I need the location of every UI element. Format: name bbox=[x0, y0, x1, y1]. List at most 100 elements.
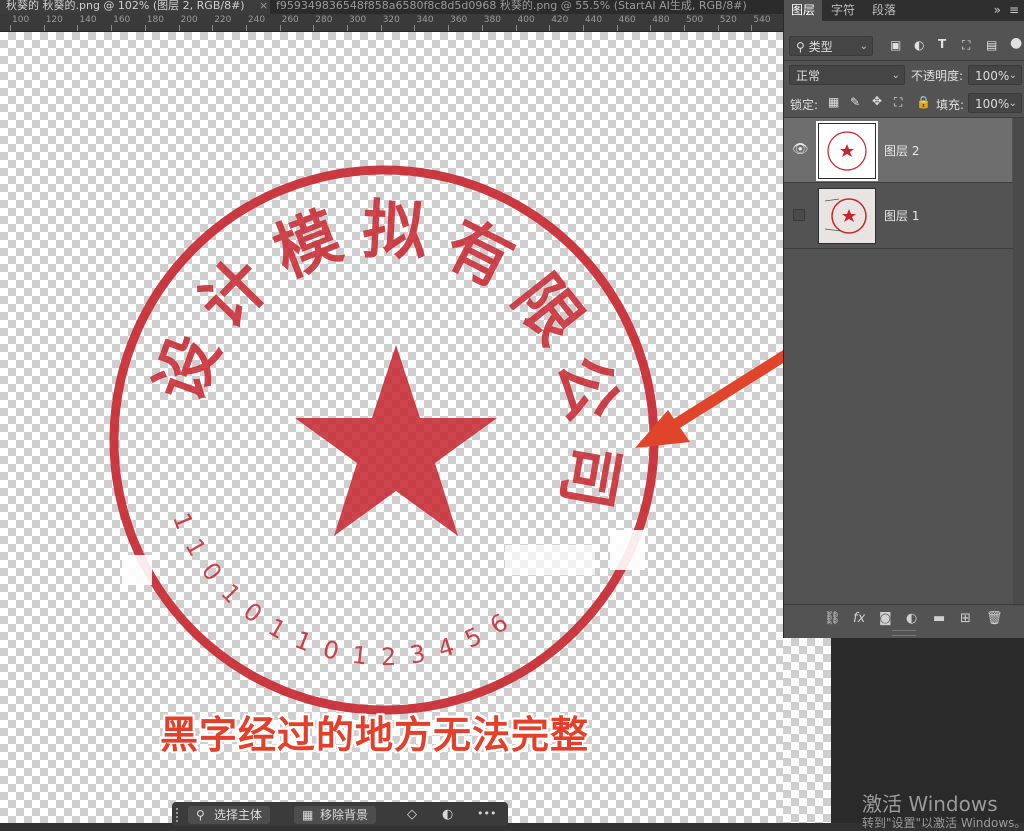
blend-mode-select[interactable]: 正常 ⌄ bbox=[789, 65, 905, 85]
ruler-tick-label: 480 bbox=[652, 15, 670, 25]
layer-row[interactable]: 图层 1 bbox=[784, 183, 1012, 247]
adjustment-layer-icon[interactable]: ◐ bbox=[906, 611, 917, 626]
trash-icon[interactable]: 🗑 bbox=[986, 611, 1003, 626]
ruler-tick-label: 420 bbox=[551, 15, 569, 25]
document-tabs: 秋葵的 秋葵的.png @ 102% (图层 2, RGB/8#) × f959… bbox=[0, 0, 783, 14]
lock-transparent-icon[interactable]: ▦ bbox=[828, 95, 839, 109]
ruler-tick bbox=[245, 25, 247, 31]
stamp-char: 计 bbox=[186, 246, 284, 343]
ruler-tick bbox=[380, 25, 382, 31]
erased-patch bbox=[122, 555, 152, 585]
ruler-tick-label: 280 bbox=[315, 15, 333, 25]
ruler-tick bbox=[751, 25, 753, 31]
tab-layers[interactable]: 图层 bbox=[784, 0, 823, 21]
subject-icon: ⚲ bbox=[196, 808, 205, 822]
filter-shape-icon[interactable]: ⛶ bbox=[962, 38, 970, 53]
ruler-tick bbox=[616, 25, 618, 31]
doc-tab-active[interactable]: 秋葵的 秋葵的.png @ 102% (图层 2, RGB/8#) bbox=[0, 0, 270, 14]
collapse-panel-icon[interactable]: » bbox=[994, 3, 1001, 17]
add-mask-icon[interactable]: ◙ bbox=[879, 611, 892, 626]
stamp-char: 拟 bbox=[361, 193, 429, 270]
lock-artboard-icon[interactable]: ⛶ bbox=[894, 95, 902, 110]
transform-icon[interactable]: ◇ bbox=[407, 807, 417, 822]
ruler-tick bbox=[144, 25, 146, 31]
opacity-input[interactable]: 100% ⌄ bbox=[968, 65, 1022, 85]
stamp-number-char: 1 bbox=[291, 626, 316, 658]
tab-paragraph[interactable]: 段落 bbox=[865, 0, 903, 21]
chevron-down-icon: ⌄ bbox=[1008, 70, 1017, 81]
lock-position-icon[interactable]: ✥ bbox=[872, 94, 882, 108]
doc-tab-inactive[interactable]: f959349836548f858a6580f8c8d5d0968 秋葵的.pn… bbox=[270, 0, 783, 14]
stamp-char: 有 bbox=[434, 207, 525, 302]
filter-adjustment-icon[interactable]: ◐ bbox=[914, 38, 924, 52]
contextual-task-bar: ⚲ 选择主体 ▦ 移除背景 ◇ ◐ ••• bbox=[172, 802, 508, 826]
ruler-tick-label: 240 bbox=[247, 15, 266, 25]
fill-input[interactable]: 100% ⌄ bbox=[968, 93, 1022, 113]
horizontal-ruler: 100 120 140 160 180 200 220 240 260 280 300 320 340 3… bbox=[0, 14, 783, 32]
doc-tab-label: f959349836548f858a6580f8c8d5d0968 秋葵的.pn… bbox=[276, 0, 747, 12]
ruler-tick-label: 540 bbox=[753, 15, 771, 25]
filter-toggle-icon[interactable]: ● bbox=[1010, 35, 1022, 51]
tab-character[interactable]: 字符 bbox=[824, 0, 862, 21]
link-layers-icon[interactable]: ⛓ bbox=[824, 611, 841, 626]
ruler-tick bbox=[717, 25, 719, 31]
panel-resize-handle[interactable] bbox=[892, 630, 916, 636]
ruler-tick bbox=[178, 25, 180, 31]
ruler-tick bbox=[313, 25, 315, 31]
eye-icon[interactable]: 👁 bbox=[792, 142, 809, 157]
stamp-number-char: 1 bbox=[263, 613, 290, 645]
stamp-star bbox=[295, 345, 497, 536]
ruler-tick-label: 380 bbox=[483, 15, 501, 25]
erased-patch bbox=[505, 545, 595, 575]
layer-name: 图层 1 bbox=[884, 209, 920, 223]
ruler-tick bbox=[43, 25, 45, 31]
ruler-tick-label: 400 bbox=[517, 15, 535, 25]
adjustment-icon[interactable]: ◐ bbox=[442, 807, 453, 822]
folder-icon[interactable]: ▬ bbox=[933, 611, 945, 626]
select-subject-label: 选择主体 bbox=[214, 808, 263, 822]
filter-smart-object-icon[interactable]: ▤ bbox=[986, 38, 997, 52]
more-button[interactable]: ••• bbox=[477, 807, 496, 820]
ruler-tick bbox=[10, 25, 11, 31]
ruler-tick bbox=[77, 25, 79, 31]
ruler-tick bbox=[582, 25, 584, 31]
filter-kind-value: 类型 bbox=[808, 40, 833, 54]
panel-menu-icon[interactable]: ≡ bbox=[1009, 3, 1019, 17]
ruler-tick-label: 120 bbox=[45, 15, 63, 25]
ruler-tick bbox=[481, 25, 483, 31]
new-layer-icon[interactable]: ⊞ bbox=[960, 611, 971, 626]
ruler-tick-label: 180 bbox=[146, 15, 164, 25]
close-icon[interactable]: × bbox=[259, 0, 268, 12]
lock-all-icon[interactable]: 🔒 bbox=[916, 95, 931, 109]
fill-value: 100% bbox=[975, 97, 1010, 111]
filter-type-icon[interactable]: T bbox=[938, 37, 946, 51]
ruler-tick-label: 260 bbox=[281, 15, 299, 25]
drag-handle[interactable] bbox=[176, 808, 182, 822]
ruler-tick bbox=[549, 25, 551, 31]
ruler-tick-label: 320 bbox=[382, 15, 400, 25]
ruler-tick bbox=[111, 25, 113, 31]
ruler-tick-label: 460 bbox=[618, 15, 636, 25]
stamp-number-char: 1 bbox=[350, 641, 368, 671]
lock-image-icon[interactable]: ✎ bbox=[850, 95, 860, 109]
ruler-tick bbox=[650, 25, 652, 31]
ruler-tick-label: 520 bbox=[719, 15, 737, 25]
ruler-tick bbox=[515, 25, 517, 31]
visibility-toggle[interactable] bbox=[793, 209, 805, 221]
ruler-tick-label: 160 bbox=[113, 15, 131, 25]
select-subject-button[interactable]: ⚲ 选择主体 bbox=[188, 806, 271, 824]
fill-label: 填充: bbox=[936, 98, 965, 112]
stamp-number-char: 0 bbox=[320, 635, 342, 666]
fx-icon[interactable]: fx bbox=[853, 611, 865, 626]
remove-background-label: 移除背景 bbox=[320, 808, 369, 822]
stamp-number-char: 0 bbox=[196, 557, 228, 586]
remove-background-button[interactable]: ▦ 移除背景 bbox=[294, 806, 377, 824]
windows-activation-title: 激活 Windows bbox=[862, 792, 998, 816]
ruler-tick-label: 300 bbox=[349, 15, 367, 25]
filter-kind-select[interactable]: ⚲ 类型 ⌄ bbox=[789, 36, 873, 56]
layers-scrollbar[interactable] bbox=[1013, 118, 1024, 606]
stamp-number-char: 1 bbox=[215, 578, 246, 609]
layers-panel-footer: ⛓ fx ◙ ◐ ▬ ⊞ 🗑 bbox=[784, 604, 1024, 633]
filter-pixel-icon[interactable]: ▣ bbox=[890, 38, 901, 52]
layer-row[interactable]: 👁 图层 2 bbox=[784, 118, 1012, 182]
